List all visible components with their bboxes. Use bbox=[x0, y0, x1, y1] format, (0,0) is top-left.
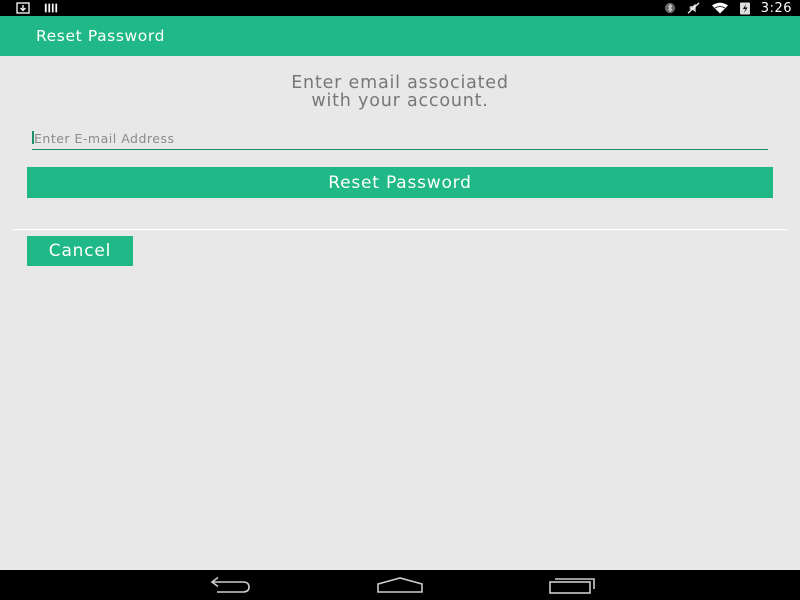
text-cursor bbox=[32, 131, 34, 144]
recents-icon[interactable] bbox=[547, 576, 597, 594]
status-notifications bbox=[16, 2, 58, 14]
back-icon[interactable] bbox=[205, 576, 255, 594]
email-input[interactable] bbox=[32, 128, 768, 149]
instruction-line-2: with your account. bbox=[311, 91, 489, 111]
instruction-text: Enter email associated with your account… bbox=[0, 74, 800, 110]
wifi-icon bbox=[711, 2, 728, 14]
reset-password-button[interactable]: Reset Password bbox=[27, 167, 773, 198]
mute-icon bbox=[687, 2, 700, 14]
battery-charging-icon bbox=[739, 2, 750, 15]
status-bar: 3:26 bbox=[0, 0, 800, 16]
divider bbox=[13, 229, 787, 230]
email-field[interactable] bbox=[32, 128, 768, 150]
bluetooth-icon bbox=[664, 2, 675, 14]
cancel-button[interactable]: Cancel bbox=[27, 236, 133, 266]
home-icon[interactable] bbox=[375, 576, 425, 594]
status-system-icons: 3:26 bbox=[663, 0, 792, 16]
page-title: Reset Password bbox=[36, 27, 166, 45]
signal-bars-notification-icon bbox=[44, 3, 58, 13]
app-bar: Reset Password bbox=[0, 16, 800, 56]
navigation-bar bbox=[0, 570, 800, 600]
status-clock: 3:26 bbox=[760, 0, 792, 16]
instruction-line-1: Enter email associated bbox=[291, 73, 509, 93]
download-notification-icon bbox=[16, 2, 30, 14]
